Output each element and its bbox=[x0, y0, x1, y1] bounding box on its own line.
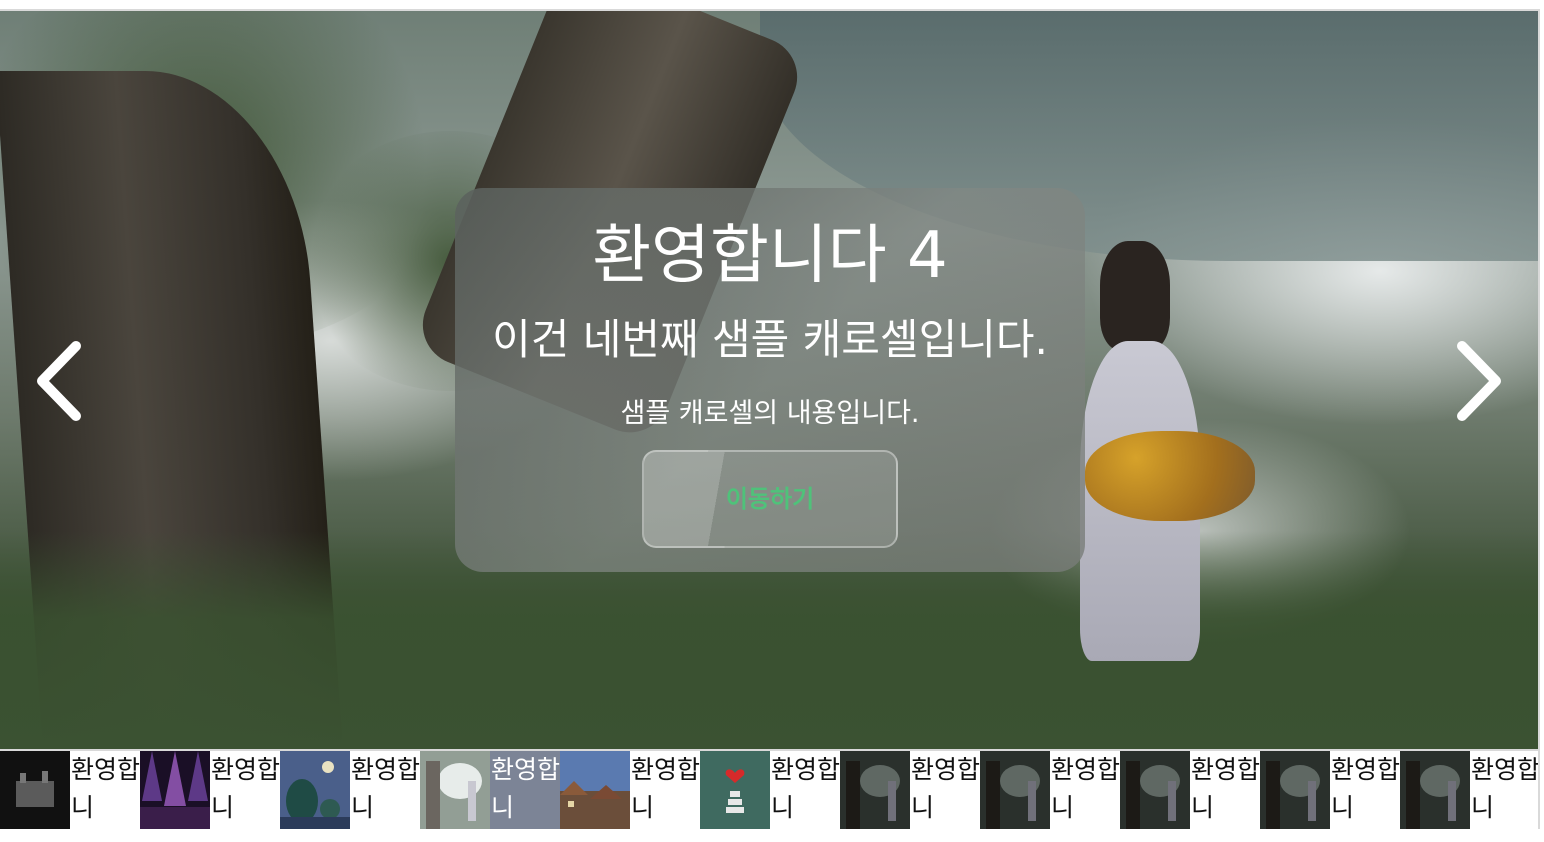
carousel: 환영합니다 4 이건 네번째 샘플 캐로셀입니다. 샘플 캐로셀의 내용입니다.… bbox=[0, 9, 1540, 829]
thumbnail-6[interactable]: 환영합니 bbox=[700, 751, 840, 829]
thumbnail-3[interactable]: 환영합니 bbox=[280, 751, 420, 829]
thumbnail-9[interactable]: 환영합니 bbox=[1120, 751, 1260, 829]
thumbnail-label: 환영합니 bbox=[351, 755, 420, 822]
town-rooftops-thumbnail bbox=[560, 751, 630, 829]
slide-subtitle: 이건 네번째 샘플 캐로셀입니다. bbox=[492, 315, 1048, 364]
concert-stage-thumbnail bbox=[140, 751, 210, 829]
thumbnail-8[interactable]: 환영합니 bbox=[980, 751, 1120, 829]
thumbnail-label: 환영합니 bbox=[911, 755, 980, 822]
thumbnail-label: 환영합니 bbox=[71, 755, 140, 822]
thumbnail-1[interactable]: 환영합니 bbox=[0, 751, 140, 829]
thumbnail-5[interactable]: 환영합니 bbox=[560, 751, 700, 829]
thumbnail-label: 환영합니 bbox=[771, 755, 840, 822]
forest-woman-dark-thumbnail bbox=[1260, 751, 1330, 829]
forest-woman-dark-thumbnail bbox=[1400, 751, 1470, 829]
thumbnail-10[interactable]: 환영합니 bbox=[1260, 751, 1400, 829]
flower-basket bbox=[1085, 431, 1255, 521]
forest-woman-dark-thumbnail bbox=[1120, 751, 1190, 829]
thumbnail-label: 환영합니 bbox=[631, 755, 700, 822]
slide-title: 환영합니다 4 bbox=[592, 219, 948, 293]
forest-woman-thumbnail bbox=[420, 751, 490, 829]
thumbnail-11[interactable]: 환영합니 bbox=[1400, 751, 1538, 829]
slide-description: 샘플 캐로셀의 내용입니다. bbox=[620, 398, 920, 429]
thumbnail-label: 환영합니 bbox=[1471, 755, 1538, 822]
thumbnail-label: 환영합니 bbox=[211, 755, 280, 822]
prev-slide-button[interactable] bbox=[32, 338, 88, 424]
thumbnail-strip: 환영합니 환영합니 환영합니 환영합니 환영합니 환영합니 환영합니 환영합니 … bbox=[0, 749, 1538, 829]
heart-tower-thumbnail bbox=[700, 751, 770, 829]
slide-caption: 환영합니다 4 이건 네번째 샘플 캐로셀입니다. 샘플 캐로셀의 내용입니다.… bbox=[455, 188, 1085, 572]
thumbnail-label: 환영합니 bbox=[1331, 755, 1400, 822]
thumbnail-label: 환영합니 bbox=[1051, 755, 1120, 822]
forest-woman-dark-thumbnail bbox=[840, 751, 910, 829]
chevron-left-icon bbox=[37, 341, 81, 421]
slide-image-forest-woman: 환영합니다 4 이건 네번째 샘플 캐로셀입니다. 샘플 캐로셀의 내용입니다.… bbox=[0, 11, 1538, 749]
thumbnail-2[interactable]: 환영합니 bbox=[140, 751, 280, 829]
forest-woman-dark-thumbnail bbox=[980, 751, 1050, 829]
castle-night-thumbnail bbox=[0, 751, 70, 829]
next-slide-button[interactable] bbox=[1450, 338, 1506, 424]
thumbnail-4-active[interactable]: 환영합니 bbox=[420, 751, 560, 829]
woman-hair bbox=[1100, 241, 1170, 351]
thumbnail-label: 환영합니 bbox=[1191, 755, 1260, 822]
night-trees-thumbnail bbox=[280, 751, 350, 829]
chevron-right-icon bbox=[1457, 341, 1501, 421]
thumbnail-label: 환영합니 bbox=[490, 751, 560, 829]
thumbnail-7[interactable]: 환영합니 bbox=[840, 751, 980, 829]
go-button[interactable]: 이동하기 bbox=[642, 450, 898, 548]
